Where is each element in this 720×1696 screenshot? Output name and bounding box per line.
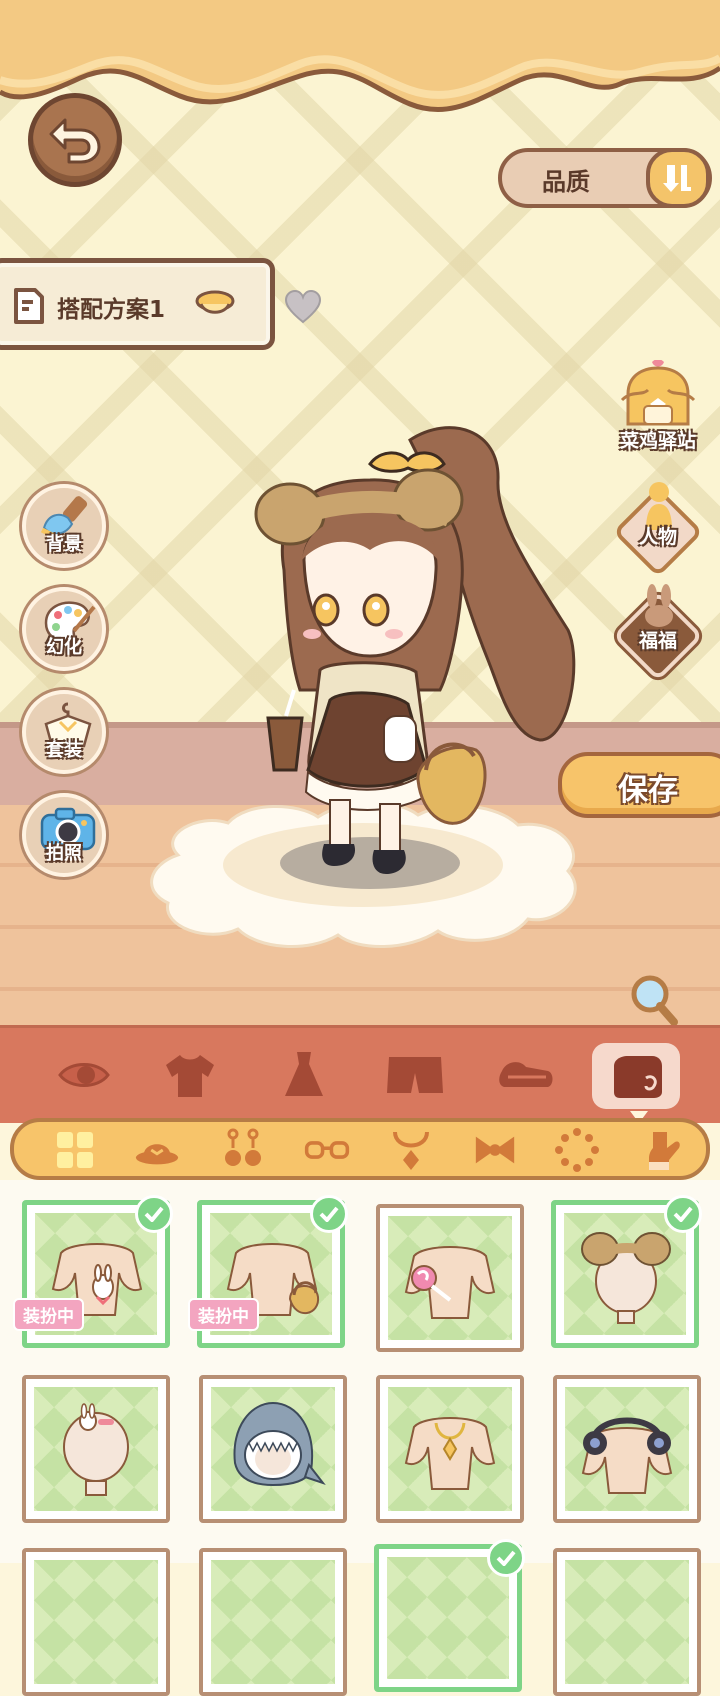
edit-note-icon	[14, 288, 44, 324]
outfit-set-label: 套装	[46, 740, 82, 761]
category-shoes[interactable]	[494, 1046, 558, 1104]
sort-icon	[663, 165, 691, 192]
item-grid: 装扮中 装扮中	[0, 1180, 720, 1696]
bracelet-icon	[555, 1128, 599, 1172]
quality-sort-pill[interactable]: 品质	[498, 148, 712, 208]
character-button[interactable]: 人物	[612, 482, 704, 578]
item-card-gold-necklace[interactable]	[376, 1375, 524, 1523]
item-card-basket[interactable]: 装扮中	[188, 1195, 348, 1348]
item-card-partial[interactable]	[199, 1548, 347, 1696]
earring-icon	[225, 1128, 261, 1166]
headphones-item	[581, 1417, 673, 1494]
photo-button[interactable]: 拍照	[22, 793, 106, 877]
category-pants[interactable]	[383, 1046, 447, 1104]
gold-necklace-item	[404, 1417, 496, 1490]
item-card-partial[interactable]	[374, 1539, 525, 1692]
dropdown-bowl-icon	[195, 290, 235, 314]
favorite-heart-icon[interactable]	[284, 290, 322, 324]
glove-icon	[649, 1132, 680, 1170]
station-label: 菜鸡驿站	[619, 430, 696, 452]
lollipop-item	[404, 1246, 496, 1319]
subcategory-bracelets[interactable]	[554, 1128, 600, 1172]
card-background	[565, 1560, 689, 1684]
pet-label: 福福	[638, 630, 677, 652]
character-avatar	[254, 426, 576, 874]
background-button[interactable]: 背景	[22, 484, 106, 568]
chick-house-icon	[620, 359, 696, 426]
item-card-bear-ear-hair[interactable]	[551, 1195, 702, 1348]
selected-check-icon	[487, 1539, 525, 1577]
back-arrow-icon	[49, 118, 101, 164]
item-card-partial[interactable]	[553, 1548, 701, 1696]
subcategory-necklaces[interactable]	[388, 1128, 434, 1172]
card-background	[387, 1557, 509, 1679]
glasses-icon	[304, 1141, 350, 1159]
outfit-set-button[interactable]: 套装	[22, 690, 106, 774]
bag-icon	[614, 1056, 662, 1098]
subcategory-glasses[interactable]	[304, 1128, 350, 1172]
eye-icon	[58, 1063, 110, 1087]
item-card-lollipop[interactable]	[376, 1204, 524, 1352]
grid-icon	[57, 1132, 93, 1168]
magnifier-icon[interactable]	[630, 974, 680, 1025]
shorts-icon	[387, 1057, 443, 1093]
save-label: 保存	[618, 773, 678, 808]
subcategory-hats[interactable]	[134, 1128, 180, 1172]
shirt-icon	[166, 1055, 214, 1097]
subcategory-bows[interactable]	[472, 1128, 518, 1172]
dressing-scene: 品质 搭配方案1 背景 幻化 套装 拍照 菜鸡驿站 人物 福福 保存	[0, 0, 720, 1025]
wearing-badge: 装扮中	[188, 1298, 259, 1331]
hat-icon	[135, 1144, 179, 1165]
quality-label: 品质	[542, 168, 590, 196]
category-bar	[0, 1025, 720, 1123]
item-card-shark-hood[interactable]	[199, 1375, 347, 1523]
transform-button[interactable]: 幻化	[22, 587, 106, 671]
item-card-headphones[interactable]	[553, 1375, 701, 1523]
category-bags[interactable]	[592, 1043, 680, 1109]
outfit-plan-selector[interactable]: 搭配方案1	[0, 258, 275, 350]
character-label: 人物	[638, 526, 677, 548]
shoes-icon	[499, 1062, 553, 1087]
bunny-icon	[645, 584, 673, 627]
item-card-bunny-bag[interactable]: 装扮中	[13, 1195, 173, 1348]
bear-ear-hair-item	[581, 1232, 671, 1324]
transform-label: 幻化	[46, 637, 82, 658]
subcategory-earrings[interactable]	[220, 1128, 266, 1172]
bunny-hairclip-item	[63, 1403, 129, 1496]
shark-hood-item	[233, 1401, 326, 1487]
subcategory-gloves[interactable]	[638, 1128, 684, 1172]
category-eyes[interactable]	[52, 1046, 116, 1104]
plan-name: 搭配方案1	[57, 297, 166, 323]
selected-check-icon	[664, 1195, 702, 1233]
station-button[interactable]: 菜鸡驿站	[608, 359, 708, 456]
subcategory-bar	[10, 1118, 710, 1180]
card-background	[34, 1560, 158, 1684]
selected-check-icon	[135, 1195, 173, 1233]
wearing-badge: 装扮中	[13, 1298, 84, 1331]
bow-icon	[475, 1136, 515, 1164]
background-label: 背景	[46, 534, 82, 555]
selected-check-icon	[310, 1195, 348, 1233]
subcategory-all[interactable]	[52, 1128, 98, 1172]
sort-button[interactable]	[646, 148, 710, 208]
dress-icon	[285, 1052, 323, 1096]
category-dresses[interactable]	[272, 1046, 336, 1104]
photo-label: 拍照	[46, 843, 82, 864]
necklace-icon	[393, 1131, 429, 1170]
pet-button[interactable]: 福福	[612, 584, 704, 682]
category-tops[interactable]	[158, 1046, 222, 1104]
save-button[interactable]: 保存	[558, 752, 720, 818]
card-background	[211, 1560, 335, 1684]
back-button[interactable]	[28, 93, 122, 187]
item-card-bunny-hairclip[interactable]	[22, 1375, 170, 1523]
item-card-partial[interactable]	[22, 1548, 170, 1696]
